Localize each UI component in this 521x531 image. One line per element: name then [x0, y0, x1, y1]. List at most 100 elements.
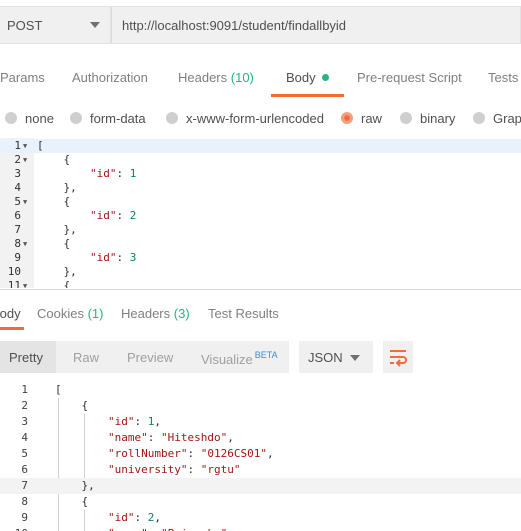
radio-label: binary	[420, 111, 456, 126]
fold-arrow-icon[interactable]: ▼	[23, 195, 27, 209]
response-line: 1 [	[0, 382, 521, 398]
response-body-viewer[interactable]: 1 [ 2 { 3 "id": 1, 4 "name": "Hiteshdo",…	[0, 382, 521, 531]
fold-arrow-icon[interactable]: ▼	[23, 139, 27, 153]
code-text: },	[37, 265, 77, 278]
line-number: 1	[14, 139, 21, 152]
code-text: },	[37, 181, 77, 194]
fold-arrow-icon[interactable]: ▼	[23, 237, 27, 251]
tab-authorization[interactable]: Authorization	[72, 70, 148, 85]
code-text: "id": 2,	[107, 511, 161, 524]
request-body-editor[interactable]: 1 ▼ [ 2 ▼ { 3 "id": 1 4 }, 5 ▼ { 6 "id":…	[0, 138, 521, 288]
body-type-radio-group: none form-data x-www-form-urlencoded raw…	[0, 108, 521, 130]
code-text: "rollNumber": "0126CS01",	[107, 447, 274, 460]
tab-cookies[interactable]: Cookies (1)	[37, 306, 103, 321]
beta-badge: BETA	[254, 350, 278, 360]
radio-none[interactable]: none	[5, 111, 54, 126]
editor-line: 8 ▼ {	[0, 237, 521, 251]
editor-line: 3 "id": 1	[0, 167, 521, 181]
code-text: {	[37, 237, 71, 250]
code-text: "id": 2	[89, 209, 137, 222]
tab-label: Body	[0, 306, 21, 321]
code-text: {	[37, 279, 71, 288]
code-text: "id": 1,	[107, 415, 161, 428]
tab-headers[interactable]: Headers (10)	[178, 70, 254, 85]
code-text: "name": "Priyanka",	[55, 526, 234, 531]
response-tabs: Body Cookies (1) Headers (3) Test Result…	[0, 298, 521, 330]
tab-count: (3)	[173, 306, 190, 321]
visualize-label: Visualize	[201, 352, 253, 367]
response-line: 4 "name": "Hiteshdo",	[0, 430, 521, 446]
format-label: JSON	[308, 350, 343, 365]
code-text: "university": "rgtu"	[107, 463, 241, 476]
response-line: 8 {	[0, 494, 521, 510]
radio-label: raw	[361, 111, 382, 126]
radio-binary[interactable]: binary	[400, 111, 455, 126]
code-text: "name": "Hiteshdo",	[107, 431, 234, 444]
editor-line: 9 "id": 3	[0, 251, 521, 265]
line-number: 8	[14, 237, 21, 250]
view-mode-visualize[interactable]: Visualize BETA	[201, 350, 278, 367]
tab-test-results[interactable]: Test Results	[208, 306, 279, 321]
line-number: 2	[21, 399, 28, 412]
editor-line: 2 ▼ {	[0, 153, 521, 167]
line-number: 3	[21, 415, 28, 428]
radio-form-data[interactable]: form-data	[70, 111, 146, 126]
active-tab-indicator	[0, 327, 24, 330]
http-method-select[interactable]: POST	[0, 6, 111, 44]
radio-selected-icon	[341, 112, 353, 124]
response-line: 3 "id": 1,	[0, 414, 521, 430]
code-text: {	[55, 399, 89, 412]
format-select[interactable]: JSON	[299, 341, 373, 373]
url-input[interactable]: http://localhost:9091/student/findallbyi…	[111, 6, 521, 44]
tab-tests[interactable]: Tests	[488, 70, 518, 85]
tab-response-headers[interactable]: Headers (3)	[121, 306, 190, 321]
tab-count: (10)	[230, 70, 254, 85]
line-number: 6	[14, 209, 21, 222]
view-mode-segmented-control: Pretty Raw Preview Visualize BETA	[0, 341, 289, 373]
editor-line: 4 },	[0, 181, 521, 195]
radio-x-www-form-urlencoded[interactable]: x-www-form-urlencoded	[166, 111, 324, 126]
fold-arrow-icon[interactable]: ▼	[23, 279, 27, 288]
response-line: 2 {	[0, 398, 521, 414]
radio-raw[interactable]: raw	[341, 111, 382, 126]
tab-label: Headers	[178, 70, 228, 85]
editor-line: 6 "id": 2	[0, 209, 521, 223]
view-mode-preview[interactable]: Preview	[127, 350, 173, 365]
editor-line: 10 },	[0, 265, 521, 279]
tab-label: Cookies	[37, 306, 84, 321]
code-text: },	[55, 479, 95, 492]
response-line: 9 "id": 2,	[0, 510, 521, 526]
line-number: 7	[14, 223, 21, 236]
code-text: },	[37, 223, 77, 236]
tab-response-body[interactable]: Body	[0, 306, 21, 321]
response-line: 10 "name": "Priyanka",	[0, 526, 521, 531]
chevron-down-icon	[350, 355, 360, 361]
code-text: {	[55, 495, 89, 508]
response-line: 7 },	[0, 478, 521, 494]
tab-body[interactable]: Body	[286, 70, 329, 85]
code-text: [	[37, 139, 44, 152]
tab-label: Test Results	[208, 306, 279, 321]
line-number: 5	[21, 447, 28, 460]
response-line: 5 "rollNumber": "0126CS01",	[0, 446, 521, 462]
radio-graphql[interactable]: GraphQL	[473, 111, 521, 126]
line-number: 8	[21, 495, 28, 508]
wrap-lines-button[interactable]	[383, 341, 413, 373]
tab-params[interactable]: Params	[0, 70, 45, 85]
line-number: 1	[21, 383, 28, 396]
chevron-down-icon	[90, 22, 100, 28]
view-mode-raw[interactable]: Raw	[73, 350, 99, 365]
line-number: 7	[21, 479, 28, 492]
line-number: 4	[21, 431, 28, 444]
fold-arrow-icon[interactable]: ▼	[23, 153, 27, 167]
line-number: 9	[21, 511, 28, 524]
radio-label: GraphQL	[493, 111, 521, 126]
view-mode-pretty[interactable]: Pretty	[9, 350, 43, 365]
editor-line: 1 ▼ [	[0, 139, 521, 153]
line-number: 4	[14, 181, 21, 194]
pane-divider[interactable]	[0, 289, 521, 290]
tab-label: Pre-request Script	[357, 70, 462, 85]
modified-dot-icon	[321, 74, 329, 81]
tab-pre-request-script[interactable]: Pre-request Script	[357, 70, 462, 85]
tab-label: Body	[286, 70, 316, 85]
